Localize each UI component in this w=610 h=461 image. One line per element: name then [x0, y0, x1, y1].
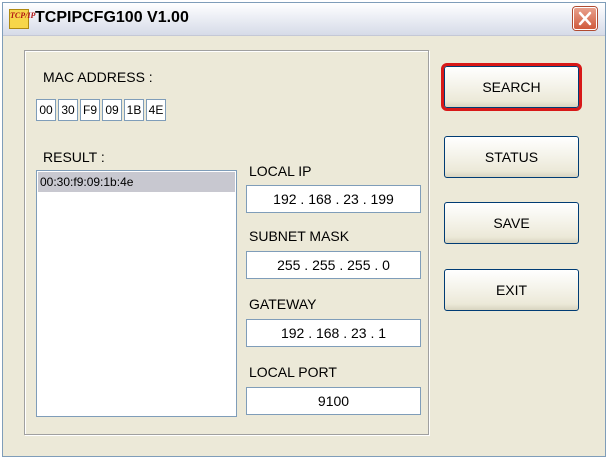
title-bar[interactable]: TCP/IP TCPIPCFG100 V1.00	[3, 3, 605, 36]
mac-octet-4[interactable]: 09	[102, 99, 122, 121]
tcpip-app-icon: TCP/IP	[9, 9, 35, 29]
mac-octet-2[interactable]: 30	[58, 99, 78, 121]
subnet-mask-label: SUBNET MASK	[249, 228, 350, 244]
mac-octet-5[interactable]: 1B	[124, 99, 144, 121]
result-list-item[interactable]: 00:30:f9:09:1b:4e	[38, 172, 235, 192]
search-button[interactable]: SEARCH	[441, 63, 582, 111]
window-title: TCPIPCFG100 V1.00	[35, 9, 189, 26]
close-icon	[578, 11, 592, 26]
save-button[interactable]: SAVE	[444, 202, 579, 244]
status-button[interactable]: STATUS	[444, 136, 579, 178]
local-ip-label: LOCAL IP	[249, 163, 312, 179]
mac-address-label: MAC ADDRESS :	[43, 69, 153, 85]
subnet-mask-field[interactable]: 255 . 255 . 255 . 0	[246, 251, 421, 279]
mac-octet-1[interactable]: 00	[36, 99, 56, 121]
close-button[interactable]	[573, 7, 597, 30]
app-window: TCP/IP TCPIPCFG100 V1.00 MAC ADDRESS : 0…	[2, 2, 606, 457]
local-port-field[interactable]: 9100	[246, 387, 421, 415]
result-label: RESULT :	[43, 149, 105, 165]
mac-octet-3[interactable]: F9	[80, 99, 100, 121]
local-ip-field[interactable]: 192 . 168 . 23 . 199	[246, 185, 421, 213]
mac-octet-6[interactable]: 4E	[146, 99, 166, 121]
gateway-field[interactable]: 192 . 168 . 23 . 1	[246, 319, 421, 347]
result-list[interactable]: 00:30:f9:09:1b:4e	[36, 170, 237, 417]
gateway-label: GATEWAY	[249, 296, 317, 312]
local-port-label: LOCAL PORT	[249, 364, 337, 380]
exit-button[interactable]: EXIT	[444, 269, 579, 311]
